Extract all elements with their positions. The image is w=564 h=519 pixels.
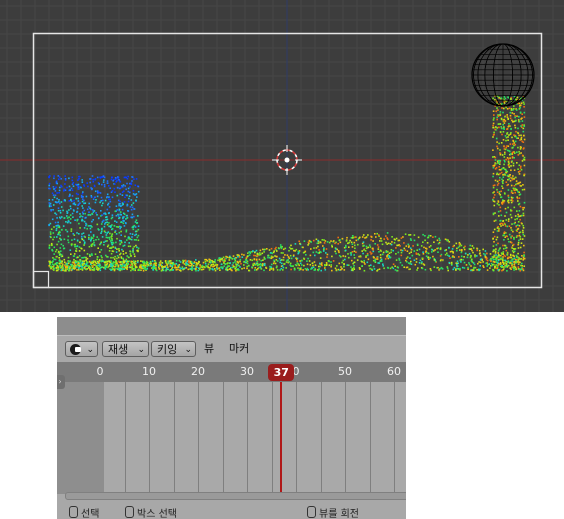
editor-type-button[interactable]: ⌄ [65, 341, 98, 357]
frame-grid-line [394, 382, 395, 494]
status-box-select: 박스 선택 [125, 505, 177, 519]
clock-icon [70, 344, 81, 355]
frame-grid-line [247, 382, 248, 494]
frame-grid-line [271, 382, 273, 494]
mouse-drag-icon [125, 506, 134, 518]
status-view-rotate-label: 뷰를 회전 [319, 509, 359, 519]
frame-grid-line [198, 382, 199, 494]
view-menu[interactable]: 뷰 [204, 341, 214, 357]
keying-menu-label: 키잉 [157, 343, 178, 356]
frame-grid-line [149, 382, 150, 494]
frame-grid-line [124, 382, 126, 494]
timeline-area[interactable] [57, 382, 406, 494]
playhead-line[interactable] [280, 382, 283, 496]
ruler-tick-label: 30 [240, 365, 254, 378]
3d-cursor-icon[interactable] [272, 145, 302, 175]
status-view-rotate: 뷰를 회전 [307, 505, 359, 519]
mouse-left-icon [69, 506, 78, 518]
status-bar: 선택 박스 선택 뷰를 회전 [57, 503, 406, 519]
chevron-down-icon: ⌄ [184, 345, 192, 355]
ruler-tick-label: 0 [96, 365, 104, 378]
ruler-tick-label: 60 [387, 365, 401, 378]
sphere-wireframe-icon[interactable] [471, 43, 535, 107]
viewport-canvas[interactable] [0, 0, 564, 312]
ruler-tick-label: 20 [191, 365, 205, 378]
3d-viewport[interactable] [0, 0, 564, 312]
timeline-header: ⌄ 재생 ⌄ 키잉 ⌄ 뷰 마커 [57, 335, 406, 362]
horizontal-scrollbar[interactable] [65, 492, 406, 500]
frame-grid-line [222, 382, 224, 494]
frame-grid-line [320, 382, 322, 494]
frame-grid-line [296, 382, 297, 494]
keying-menu[interactable]: 키잉 ⌄ [151, 341, 196, 357]
timeline-editor[interactable]: ⌄ 재생 ⌄ 키잉 ⌄ 뷰 마커 0 10 20 30 0 50 60 37 › 선택 박스 … [57, 317, 406, 519]
chevron-down-icon: ⌄ [86, 345, 94, 355]
mouse-middle-icon [307, 506, 316, 518]
ruler-tick-label: 10 [142, 365, 156, 378]
frame-grid-line [345, 382, 346, 494]
status-select-label: 선택 [81, 509, 100, 519]
frame-grid-line [173, 382, 175, 494]
status-select: 선택 [69, 505, 99, 519]
status-box-select-label: 박스 선택 [137, 509, 177, 519]
playback-menu[interactable]: 재생 ⌄ [102, 341, 149, 357]
ruler-tick-label: 50 [338, 365, 352, 378]
frame-grid-line [369, 382, 371, 494]
chevron-right-icon[interactable]: › [57, 375, 65, 389]
current-frame-badge[interactable]: 37 [268, 364, 295, 381]
chevron-down-icon: ⌄ [137, 345, 145, 355]
preroll-shade [57, 382, 104, 494]
area-top-strip [57, 317, 406, 335]
frame-ruler[interactable]: 0 10 20 30 0 50 60 37 [57, 362, 406, 382]
marker-menu[interactable]: 마커 [229, 341, 249, 357]
frame-corner-marker [32, 270, 50, 289]
playback-menu-label: 재생 [108, 343, 129, 356]
